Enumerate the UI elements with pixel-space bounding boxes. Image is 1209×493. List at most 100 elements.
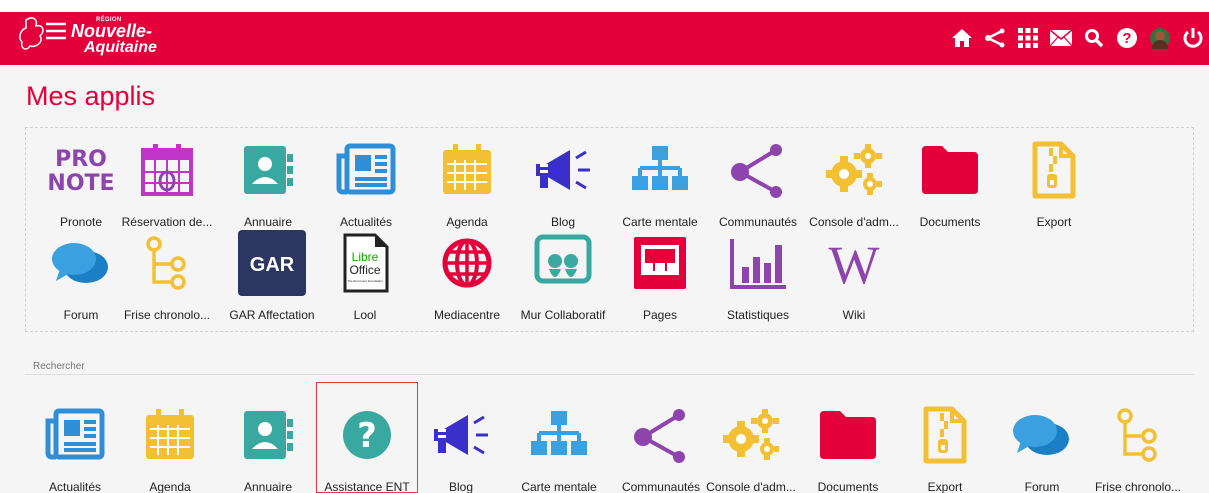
news-icon (40, 400, 110, 470)
search-result-forum[interactable]: Forum (993, 400, 1091, 493)
search-divider (25, 374, 1194, 375)
search-result-frise[interactable]: Frise chronolo... (1089, 400, 1187, 493)
app-tile-mur[interactable]: Mur Collaboratif (514, 228, 612, 322)
svg-text:NOTE: NOTE (49, 171, 113, 196)
directory-icon (233, 400, 303, 470)
search-result-export[interactable]: Export (896, 400, 994, 493)
help-icon: ? (332, 400, 402, 470)
share-icon[interactable] (983, 26, 1007, 50)
app-label: Lool (353, 308, 377, 322)
app-label: Mediacentre (433, 308, 501, 322)
app-label: Communautés (718, 215, 798, 229)
app-label: Blog (550, 215, 576, 229)
app-label: Pages (642, 308, 678, 322)
app-label: Pronote (59, 215, 103, 229)
libreoffice-icon: Libre Office The Document Foundation (330, 228, 400, 298)
svg-text:GAR: GAR (250, 254, 295, 276)
app-label: Console d'adm... (809, 215, 899, 229)
app-label: Forum (1024, 480, 1060, 493)
app-label: Carte mentale (521, 480, 597, 493)
app-label: Annuaire (243, 480, 293, 493)
app-label: Documents (919, 215, 981, 229)
app-tile-reservation[interactable]: Réservation de... (118, 135, 216, 229)
agenda-icon (432, 135, 502, 205)
app-label: Forum (63, 308, 99, 322)
app-tile-lool[interactable]: Libre Office The Document Foundation Loo… (316, 228, 414, 322)
app-tile-gar[interactable]: GAR GAR Affectation (223, 228, 321, 322)
svg-text:The Document Foundation: The Document Foundation (347, 279, 383, 283)
app-label: Agenda (446, 215, 488, 229)
communities-icon (723, 135, 793, 205)
home-icon[interactable] (950, 26, 974, 50)
pronote-icon: PRO NOTE (46, 135, 116, 205)
svg-text:?: ? (1122, 30, 1131, 47)
app-tile-actualites[interactable]: Actualités (317, 135, 415, 229)
header-actions: ? (941, 24, 1205, 52)
export-icon (1019, 135, 1089, 205)
export-icon (910, 400, 980, 470)
app-label: Agenda (149, 480, 191, 493)
search-result-carte-mentale[interactable]: Carte mentale (510, 400, 608, 493)
app-label: Frise chronolo... (123, 308, 211, 322)
top-strip (0, 0, 1209, 12)
app-label: Communautés (621, 480, 701, 493)
app-label: Actualités (48, 480, 102, 493)
admin-console-icon (716, 400, 786, 470)
collaborative-wall-icon (528, 228, 598, 298)
agenda-icon (135, 400, 205, 470)
app-tile-statistiques[interactable]: Statistiques (709, 228, 807, 322)
app-label: Actualités (339, 215, 393, 229)
app-tile-documents[interactable]: Documents (901, 135, 999, 229)
avatar[interactable] (1148, 26, 1172, 50)
apps-grid-icon[interactable] (1016, 26, 1040, 50)
power-icon[interactable] (1181, 26, 1205, 50)
app-tile-pages[interactable]: Pages (611, 228, 709, 322)
app-tile-annuaire[interactable]: Annuaire (219, 135, 317, 229)
app-tile-carte-mentale[interactable]: Carte mentale (611, 135, 709, 229)
app-tile-agenda[interactable]: Agenda (418, 135, 516, 229)
app-tile-blog[interactable]: Blog (514, 135, 612, 229)
app-label: Carte mentale (622, 215, 698, 229)
app-label: Documents (817, 480, 879, 493)
app-tile-pronote[interactable]: PRO NOTE Pronote (32, 135, 130, 229)
documents-icon (813, 400, 883, 470)
mail-icon[interactable] (1049, 26, 1073, 50)
app-tile-frise[interactable]: Frise chronolo... (118, 228, 216, 322)
app-tile-console[interactable]: Console d'adm... (805, 135, 903, 229)
admin-console-icon (819, 135, 889, 205)
search-icon[interactable] (1082, 26, 1106, 50)
search-result-blog[interactable]: Blog (412, 400, 510, 493)
search-result-actualites[interactable]: Actualités (26, 400, 124, 493)
calendar-booking-icon (132, 135, 202, 205)
timeline-icon (1103, 400, 1173, 470)
app-label: Blog (448, 480, 474, 493)
search-result-console[interactable]: Console d'adm... (702, 400, 800, 493)
svg-text:Office: Office (349, 263, 380, 277)
search-result-annuaire[interactable]: Annuaire (219, 400, 317, 493)
logo-line2: Aquitaine (84, 39, 157, 56)
search-result-communautes[interactable]: Communautés (612, 400, 710, 493)
timeline-icon (132, 228, 202, 298)
search-result-documents[interactable]: Documents (799, 400, 897, 493)
app-label: Frise chronolo... (1094, 480, 1182, 493)
statistics-icon (723, 228, 793, 298)
help-icon[interactable]: ? (1115, 26, 1139, 50)
app-label: Console d'adm... (706, 480, 796, 493)
app-label: Annuaire (243, 215, 293, 229)
svg-text:W: W (829, 235, 880, 291)
app-tile-forum[interactable]: Forum (32, 228, 130, 322)
search-section-label: Rechercher (33, 361, 85, 372)
search-result-assistance-ent[interactable]: ? Assistance ENT (318, 400, 416, 493)
app-tile-export[interactable]: Export (1005, 135, 1103, 229)
app-tile-mediacentre[interactable]: Mediacentre (418, 228, 516, 322)
forum-icon (1007, 400, 1077, 470)
app-tile-wiki[interactable]: W Wiki (805, 228, 903, 322)
app-label: Export (927, 480, 963, 493)
app-label: GAR Affectation (229, 308, 315, 322)
region-logo[interactable]: RÉGION Nouvelle- Aquitaine (18, 14, 178, 58)
documents-icon (915, 135, 985, 205)
app-label: Mur Collaboratif (520, 308, 606, 322)
app-tile-communautes[interactable]: Communautés (709, 135, 807, 229)
svg-text:?: ? (357, 416, 377, 456)
search-result-agenda[interactable]: Agenda (121, 400, 219, 493)
